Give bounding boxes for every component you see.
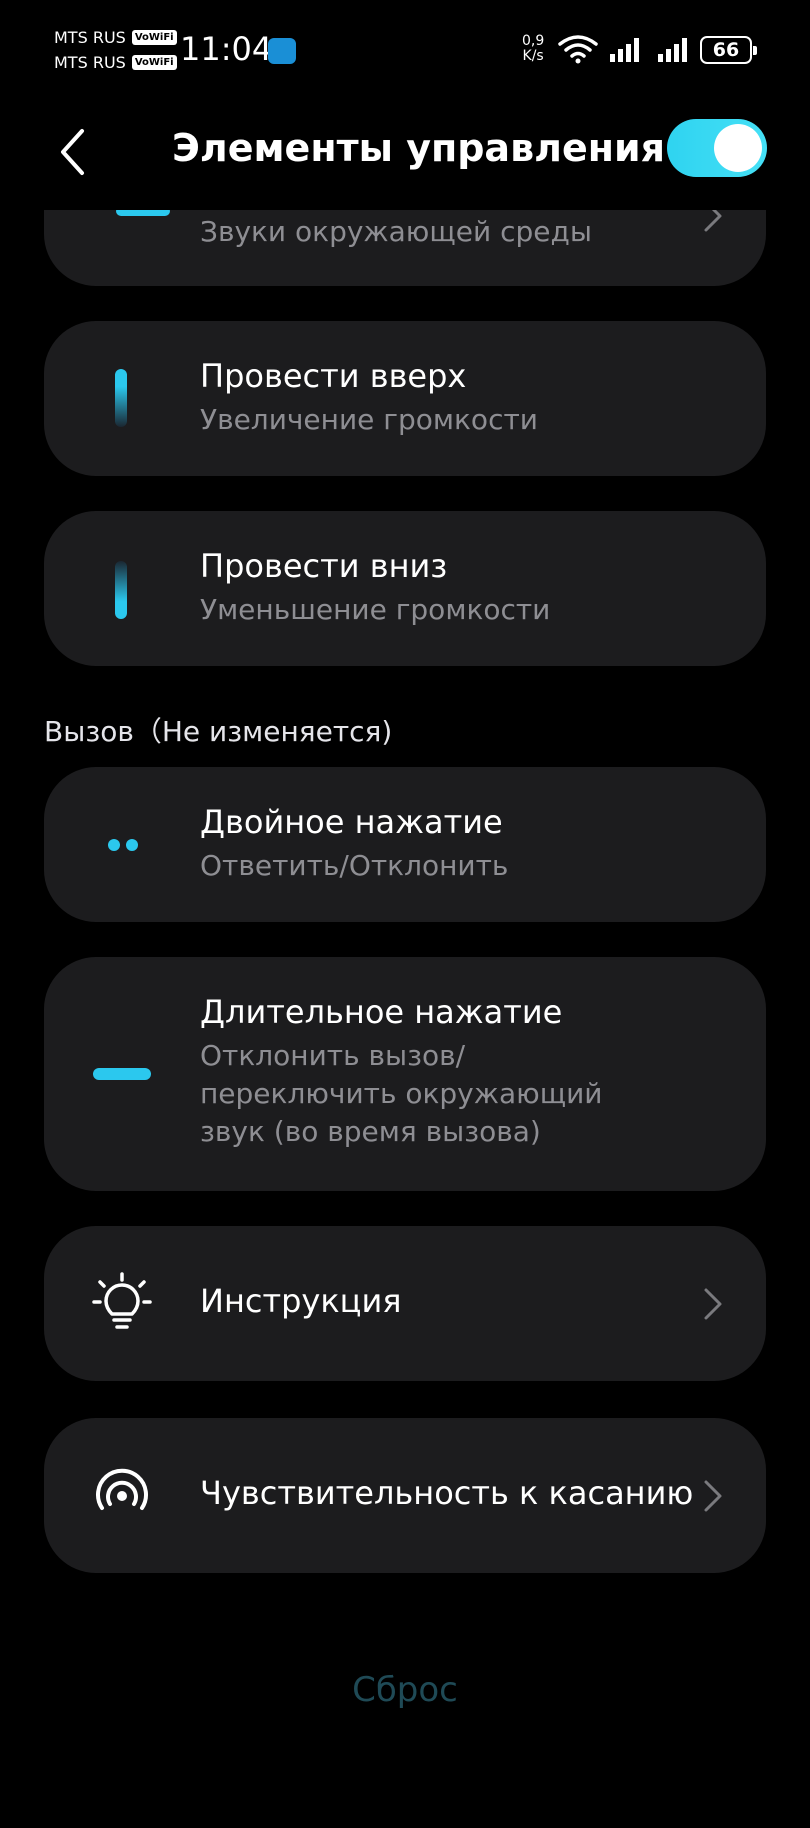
instructions-card[interactable]: Инструкция [44, 1226, 766, 1381]
page-title: Элементы управления [172, 126, 665, 170]
network-speed: 0,9 K/s [522, 34, 544, 64]
toggle-knob [714, 124, 762, 172]
swipe-down-title: Провести вниз [200, 547, 448, 585]
swipe-up-title: Провести вверх [200, 357, 467, 395]
double-tap-title: Двойное нажатие [200, 803, 503, 841]
swipe-down-card[interactable]: Провести вниз Уменьшение громкости [44, 511, 766, 666]
long-press-subtitle-line1: Отклонить вызов/ [200, 1039, 466, 1072]
status-bar: MTS RUS VoWiFi MTS RUS VoWiFi 11:04 0,9 … [0, 0, 810, 100]
battery-indicator: 66 [700, 36, 757, 64]
vowifi-badge-2: VoWiFi [131, 55, 177, 70]
long-press-subtitle-line2: переключить окружающий [200, 1077, 603, 1110]
swipe-down-subtitle: Уменьшение громкости [200, 593, 551, 626]
double-tap-subtitle: Ответить/Отклонить [200, 849, 509, 882]
swipe-up-card[interactable]: Провести вверх Увеличение громкости [44, 321, 766, 476]
swipe-down-icon [115, 561, 127, 619]
carrier-1: MTS RUS VoWiFi [54, 28, 177, 47]
double-tap-dot-2 [126, 839, 138, 851]
long-press-title: Длительное нажатие [200, 993, 563, 1031]
vowifi-badge-1: VoWiFi [131, 30, 177, 45]
double-tap-card[interactable]: Двойное нажатие Ответить/Отклонить [44, 767, 766, 922]
chevron-right-icon [704, 1480, 722, 1512]
carrier-2-name: MTS RUS [54, 53, 126, 72]
network-speed-unit: K/s [522, 48, 544, 64]
instructions-title: Инструкция [200, 1282, 402, 1320]
carrier-2: MTS RUS VoWiFi [54, 53, 177, 72]
touch-sensitivity-title: Чувствительность к касанию [200, 1474, 694, 1512]
controls-toggle[interactable] [667, 119, 767, 177]
page-header: Элементы управления [0, 100, 810, 210]
swipe-up-icon [115, 369, 127, 427]
network-speed-value: 0,9 [522, 33, 545, 49]
touch-sensitivity-card[interactable]: Чувствительность к касанию [44, 1418, 766, 1573]
back-button[interactable] [48, 122, 98, 182]
signal-icon-2 [658, 38, 687, 62]
lightbulb-icon [92, 1272, 152, 1329]
long-press-icon [93, 1068, 151, 1080]
carrier-1-name: MTS RUS [54, 28, 126, 47]
app-notification-icon [268, 38, 296, 64]
long-press-card[interactable]: Длительное нажатие Отклонить вызов/ пере… [44, 957, 766, 1191]
signal-icon-1 [610, 38, 639, 62]
ambient-sound-subtitle: Звуки окружающей среды [200, 215, 592, 248]
chevron-right-icon [704, 1288, 722, 1320]
long-press-subtitle-line3: звук (во время вызова) [200, 1115, 541, 1148]
swipe-up-subtitle: Увеличение громкости [200, 403, 538, 436]
wifi-icon [558, 35, 598, 64]
chevron-left-icon [61, 129, 84, 175]
call-section-label: Вызов（Не изменяется) [44, 715, 393, 748]
status-clock: 11:04 [180, 30, 273, 68]
touch-sensitivity-icon [96, 1468, 148, 1510]
reset-button[interactable]: Сброс [0, 1670, 810, 1710]
double-tap-dot-1 [108, 839, 120, 851]
